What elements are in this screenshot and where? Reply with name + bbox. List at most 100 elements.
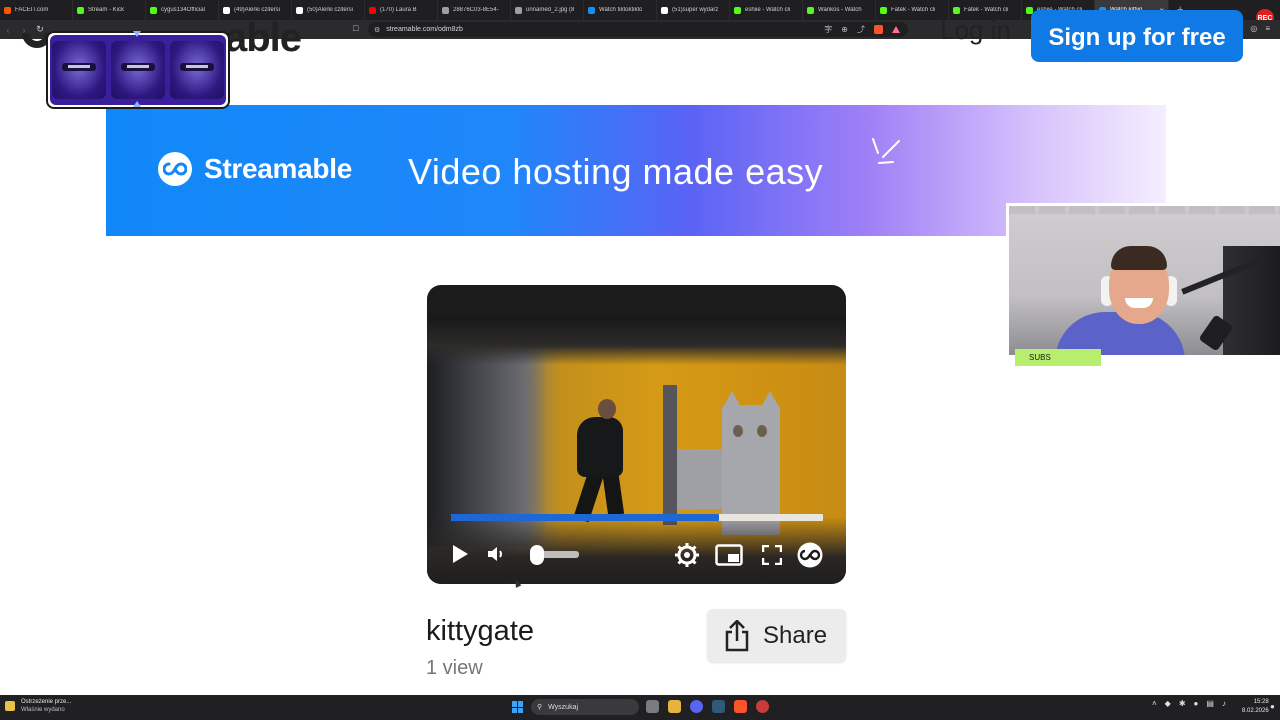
fullscreen-button[interactable] [760,543,784,567]
browser-tab-label: Fatek - Watch cli [891,7,936,13]
kick-icon [807,6,814,14]
tiktok-icon [296,6,303,14]
login-link[interactable]: Log in [940,15,1011,46]
streamable-logo-icon [158,152,192,186]
browser-tab[interactable]: eshiie - Watch cli [730,0,803,20]
browser-tab[interactable]: cygus134Official [146,0,219,20]
volume-slider-handle[interactable] [530,545,544,565]
webcam-background [1009,206,1280,214]
address-url[interactable]: streamable.com/odm8zb [386,26,463,33]
notification-bell-icon[interactable]: ● [1270,702,1275,711]
view-count: 1 view [426,657,483,679]
address-bar[interactable]: ⚙ streamable.com/odm8zb 字 ⊕ ⤴ [368,22,908,37]
taskbar-clock[interactable]: 15:28 8.02.2026 [1242,698,1269,716]
browser-tab-label: (170) Laura B [380,7,417,13]
clock-date: 8.02.2026 [1242,708,1269,714]
file-explorer-icon[interactable] [668,700,681,713]
emote-image [52,41,107,99]
sparkle-icon [872,138,900,164]
browser-tab-label: cygus134Official [161,7,205,13]
browser-tab[interactable]: (51)super wydarz [657,0,730,20]
chevron-up-icon[interactable]: ˄ [1152,699,1157,708]
globe-icon [442,6,449,14]
warning-icon [5,701,15,711]
emote-overlay [46,31,230,109]
video-scene-cat-eye [733,425,743,437]
play-button[interactable] [449,543,471,565]
video-player[interactable] [427,285,846,584]
browser-tab[interactable]: unnamed_2.jpg (8 [511,0,584,20]
kick-icon [734,6,741,14]
emote-image [169,41,224,99]
share-button-label: Share [763,621,828,649]
gear-icon [675,543,699,567]
volume-icon [488,547,502,561]
browser-tab[interactable]: Fatek - Watch cli [876,0,949,20]
volume-button[interactable] [486,543,510,565]
streamable-link-button[interactable] [797,542,823,568]
brave-shield-icon[interactable] [874,25,883,34]
browser-tab-label: Fatek - Watch cli [964,7,1009,13]
emote-image [110,41,165,99]
bookmark-icon[interactable]: □ [353,23,363,35]
browser-tab-label: eshiie - Watch cli [745,7,791,13]
taskbar-notification[interactable]: Ostrzeżenie prze... Właśnie wydano [5,698,71,714]
tray-app-icon[interactable]: ◆ [1165,699,1171,708]
browser-tab-label: Stream - Kick [88,7,125,13]
mic-icon[interactable]: ● [1194,699,1199,708]
app-icon[interactable] [712,700,725,713]
streamer-hair [1111,246,1167,270]
kick-icon [953,6,960,14]
bluetooth-icon[interactable]: ✱ [1179,699,1186,708]
video-progress-played[interactable] [451,514,719,521]
discord-icon[interactable] [690,700,703,713]
streamable-logo-text[interactable]: able [225,16,302,61]
network-icon[interactable]: ▤ [1206,699,1214,708]
browser-tab-label: Watch tiktoktikto [599,7,643,13]
banner-brand: Streamable [204,153,352,184]
streamable-logo-icon [797,542,823,568]
translate-icon[interactable]: 字 [824,24,832,35]
video-scene-ceiling [427,317,846,365]
clock-time: 15:28 [1253,699,1269,705]
banner-logo: Streamable [158,152,352,186]
pip-icon [715,544,743,566]
browser-tab[interactable]: FACEIT.com [0,0,73,20]
browser-tab[interactable]: 28876C03-8E54- [438,0,511,20]
browser-tab[interactable]: (170) Laura B [365,0,438,20]
browser-tab-label: (51)super wydarz [672,7,719,13]
browser-tab-label: (50)Alerki czitersi [307,7,354,13]
site-info-icon[interactable]: ⚙ [374,26,380,34]
caret-up-icon [133,31,141,37]
back-icon[interactable]: ‹ [0,25,16,35]
signup-button[interactable]: Sign up for free [1031,10,1243,62]
vpn-icon[interactable]: ◎ [1250,24,1257,33]
kick-icon [77,6,84,14]
video-scene-cat-ear [722,391,742,409]
video-title: kittygate [426,615,534,647]
browser-tab[interactable]: Stream - Kick [73,0,146,20]
brave-icon[interactable] [734,700,747,713]
speaker-icon[interactable]: ♪ [1222,699,1226,708]
share-button[interactable]: Share [707,609,846,662]
picture-in-picture-button[interactable] [715,543,743,567]
browser-tab-label: 28876C03-8E54- [453,7,499,13]
browser-tab[interactable]: Watch tiktoktikto [584,0,657,20]
app-icon[interactable] [756,700,769,713]
browser-tab-label: (49)Alerki czitersi [234,7,281,13]
start-button[interactable] [512,701,524,713]
windows-taskbar: Ostrzeżenie prze... Właśnie wydano ⚲ Wys… [0,695,1280,720]
task-view-icon[interactable] [646,700,659,713]
brave-rewards-icon[interactable] [892,26,900,33]
video-scene-cat-ear [760,391,780,409]
tiktok-icon [661,6,668,14]
share-page-icon[interactable]: ⤴ [857,24,865,35]
menu-icon[interactable]: ≡ [1265,24,1270,33]
browser-tab[interactable]: Wankos - Watch [803,0,876,20]
zoom-icon[interactable]: ⊕ [841,25,848,34]
share-icon [725,619,749,651]
webcam-overlay [1006,203,1280,358]
taskbar-search[interactable]: ⚲ Wyszukaj [531,699,639,715]
browser-tab[interactable]: (50)Alerki czitersi [292,0,365,20]
settings-button[interactable] [674,542,700,568]
